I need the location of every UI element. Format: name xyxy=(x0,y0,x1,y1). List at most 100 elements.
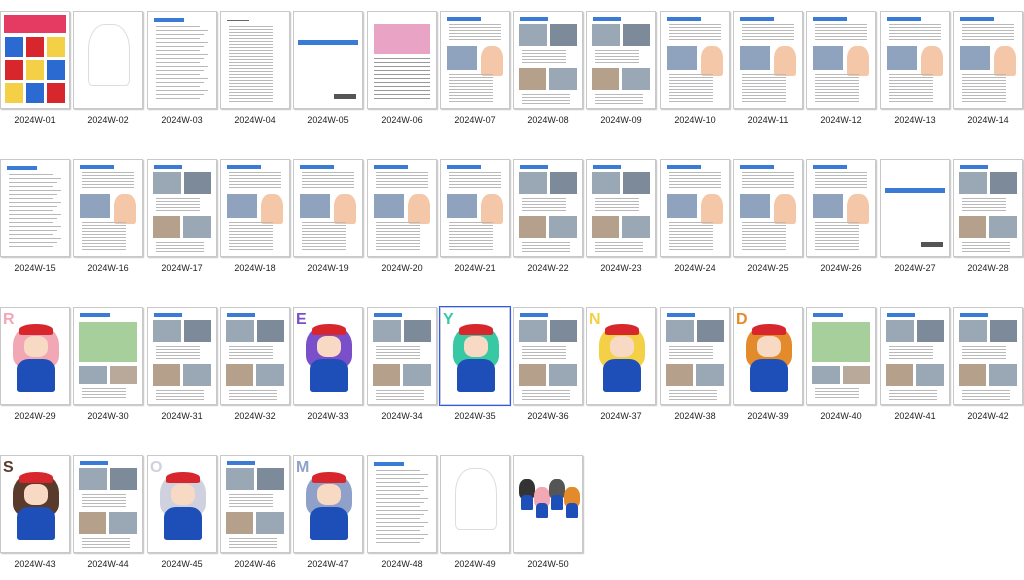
page-preview[interactable] xyxy=(880,159,950,257)
page-thumbnail[interactable]: 2024W-20 xyxy=(367,159,437,284)
page-preview[interactable] xyxy=(293,159,363,257)
page-preview[interactable] xyxy=(220,307,290,405)
page-preview[interactable] xyxy=(147,159,217,257)
page-preview[interactable] xyxy=(733,11,803,109)
page-thumbnail[interactable]: 2024W-14 xyxy=(953,11,1023,136)
page-preview[interactable] xyxy=(586,159,656,257)
page-thumbnail[interactable]: 2024W-04 xyxy=(220,11,290,136)
page-thumbnail[interactable]: 2024W-41 xyxy=(880,307,950,432)
page-preview[interactable] xyxy=(293,11,363,109)
page-thumbnail[interactable]: 2024W-34 xyxy=(367,307,437,432)
page-thumbnail[interactable]: 2024W-50 xyxy=(513,455,583,580)
page-preview[interactable] xyxy=(0,11,70,109)
page-preview[interactable]: O xyxy=(147,455,217,553)
page-preview[interactable] xyxy=(880,307,950,405)
page-preview[interactable]: E xyxy=(293,307,363,405)
page-preview[interactable]: Y xyxy=(439,306,511,406)
page-preview[interactable] xyxy=(513,11,583,109)
page-preview[interactable] xyxy=(367,307,437,405)
page-preview[interactable] xyxy=(367,11,437,109)
page-preview[interactable] xyxy=(367,455,437,553)
page-preview[interactable] xyxy=(660,159,730,257)
page-thumbnail[interactable]: 2024W-11 xyxy=(733,11,803,136)
page-thumbnail[interactable]: S 2024W-43 xyxy=(0,455,70,580)
page-thumbnail[interactable]: 2024W-05 xyxy=(293,11,363,136)
page-thumbnail[interactable]: 2024W-42 xyxy=(953,307,1023,432)
page-preview[interactable]: N xyxy=(586,307,656,405)
page-thumbnail[interactable]: 2024W-18 xyxy=(220,159,290,284)
page-preview[interactable] xyxy=(73,455,143,553)
page-preview[interactable] xyxy=(73,307,143,405)
page-thumbnail[interactable]: 2024W-08 xyxy=(513,11,583,136)
page-thumbnail[interactable]: 2024W-30 xyxy=(73,307,143,432)
page-thumbnail[interactable]: 2024W-24 xyxy=(660,159,730,284)
page-thumbnail[interactable]: 2024W-38 xyxy=(660,307,730,432)
page-thumbnail[interactable]: 2024W-40 xyxy=(806,307,876,432)
page-preview[interactable] xyxy=(147,11,217,109)
page-preview[interactable] xyxy=(660,307,730,405)
page-preview[interactable] xyxy=(953,11,1023,109)
page-preview[interactable] xyxy=(513,307,583,405)
page-preview[interactable] xyxy=(440,159,510,257)
page-preview[interactable] xyxy=(513,455,583,553)
page-preview[interactable] xyxy=(440,455,510,553)
page-preview[interactable]: R xyxy=(0,307,70,405)
page-preview[interactable]: M xyxy=(293,455,363,553)
page-preview[interactable] xyxy=(880,11,950,109)
page-thumbnail[interactable]: 2024W-02 xyxy=(73,11,143,136)
page-thumbnail[interactable]: 2024W-12 xyxy=(806,11,876,136)
page-preview[interactable] xyxy=(73,159,143,257)
page-thumbnail[interactable]: 2024W-31 xyxy=(147,307,217,432)
page-thumbnail[interactable]: Y 2024W-35 xyxy=(439,306,511,432)
page-thumbnail[interactable]: 2024W-46 xyxy=(220,455,290,580)
page-thumbnail[interactable]: M 2024W-47 xyxy=(293,455,363,580)
page-preview[interactable] xyxy=(220,159,290,257)
page-thumbnail[interactable]: 2024W-28 xyxy=(953,159,1023,284)
page-thumbnail[interactable]: 2024W-09 xyxy=(586,11,656,136)
page-preview[interactable] xyxy=(660,11,730,109)
page-preview[interactable] xyxy=(147,307,217,405)
page-thumbnail[interactable]: R 2024W-29 xyxy=(0,307,70,432)
page-preview[interactable] xyxy=(806,159,876,257)
page-thumbnail[interactable]: D 2024W-39 xyxy=(733,307,803,432)
page-thumbnail[interactable]: N 2024W-37 xyxy=(586,307,656,432)
page-thumbnail[interactable]: 2024W-25 xyxy=(733,159,803,284)
page-thumbnail[interactable]: 2024W-17 xyxy=(147,159,217,284)
page-thumbnail[interactable]: 2024W-49 xyxy=(440,455,510,580)
page-thumbnail[interactable]: 2024W-21 xyxy=(440,159,510,284)
page-thumbnail[interactable]: 2024W-13 xyxy=(880,11,950,136)
page-preview[interactable] xyxy=(73,11,143,109)
page-thumbnail[interactable]: 2024W-44 xyxy=(73,455,143,580)
page-thumbnail[interactable]: 2024W-10 xyxy=(660,11,730,136)
page-preview[interactable] xyxy=(806,307,876,405)
page-preview[interactable] xyxy=(953,159,1023,257)
page-preview[interactable] xyxy=(220,455,290,553)
page-thumbnail[interactable]: 2024W-07 xyxy=(440,11,510,136)
page-preview[interactable]: D xyxy=(733,307,803,405)
page-preview[interactable]: S xyxy=(0,455,70,553)
page-thumbnail[interactable]: O 2024W-45 xyxy=(147,455,217,580)
page-thumbnail[interactable]: 2024W-48 xyxy=(367,455,437,580)
page-thumbnail[interactable]: 2024W-27 xyxy=(880,159,950,284)
page-thumbnail[interactable]: 2024W-32 xyxy=(220,307,290,432)
page-thumbnail[interactable]: 2024W-15 xyxy=(0,159,70,284)
page-thumbnail[interactable]: 2024W-06 xyxy=(367,11,437,136)
page-thumbnail[interactable]: 2024W-26 xyxy=(806,159,876,284)
page-thumbnail[interactable]: 2024W-19 xyxy=(293,159,363,284)
page-preview[interactable] xyxy=(953,307,1023,405)
page-preview[interactable] xyxy=(0,159,70,257)
page-preview[interactable] xyxy=(806,11,876,109)
page-preview[interactable] xyxy=(440,11,510,109)
page-thumbnail[interactable]: 2024W-16 xyxy=(73,159,143,284)
page-preview[interactable] xyxy=(733,159,803,257)
page-thumbnail[interactable]: 2024W-03 xyxy=(147,11,217,136)
page-thumbnail[interactable]: 2024W-01 xyxy=(0,11,70,136)
page-preview[interactable] xyxy=(513,159,583,257)
page-preview[interactable] xyxy=(220,11,290,109)
page-thumbnail[interactable]: 2024W-36 xyxy=(513,307,583,432)
page-thumbnail[interactable]: E 2024W-33 xyxy=(293,307,363,432)
page-preview[interactable] xyxy=(586,11,656,109)
page-thumbnail[interactable]: 2024W-22 xyxy=(513,159,583,284)
page-thumbnail[interactable]: 2024W-23 xyxy=(586,159,656,284)
page-preview[interactable] xyxy=(367,159,437,257)
